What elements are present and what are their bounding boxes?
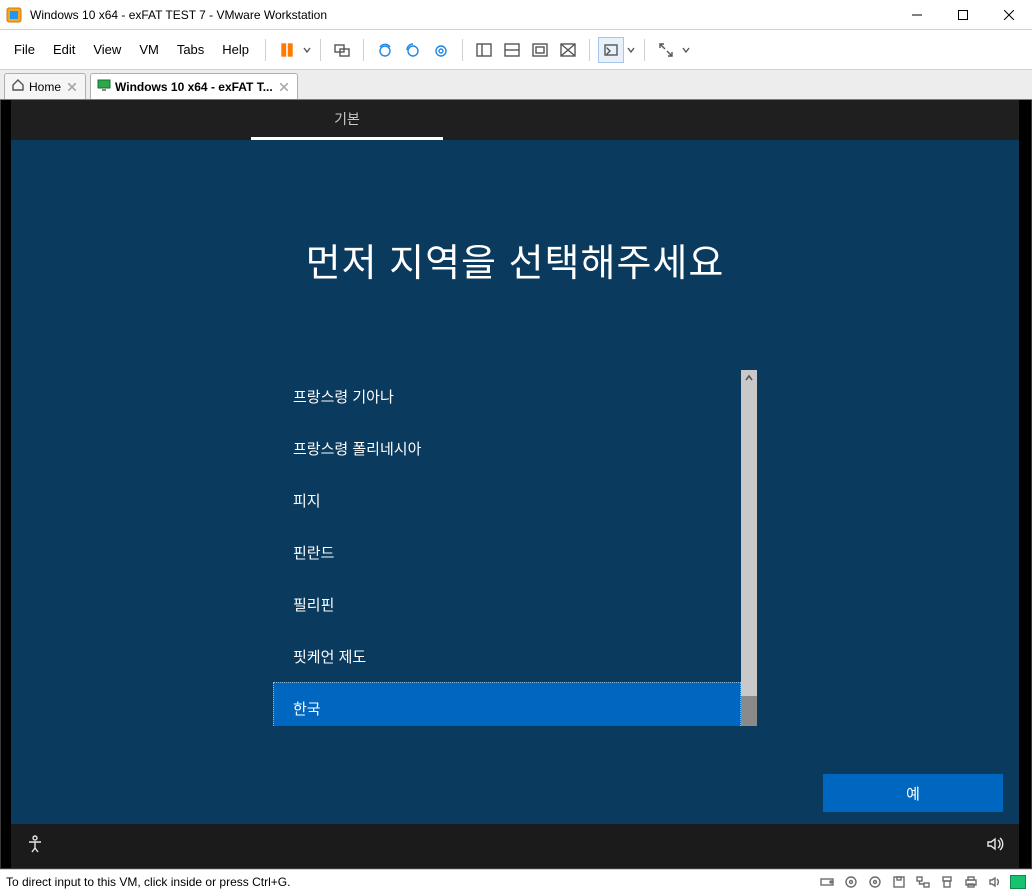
region-item[interactable]: 핏케언 제도 bbox=[273, 630, 741, 682]
tray-cd-icon[interactable] bbox=[842, 873, 860, 891]
menu-tabs[interactable]: Tabs bbox=[169, 38, 212, 61]
toolbar-separator bbox=[320, 39, 321, 61]
menu-vm[interactable]: VM bbox=[131, 38, 167, 61]
tab-vm-close[interactable] bbox=[277, 80, 291, 94]
tab-home-label: Home bbox=[29, 80, 61, 94]
scroll-up-button[interactable] bbox=[741, 370, 757, 386]
region-scrollbar[interactable] bbox=[741, 370, 757, 726]
yes-button[interactable]: 예 bbox=[823, 774, 1003, 812]
region-item[interactable]: 프랑스령 폴리네시아 bbox=[273, 422, 741, 474]
power-dropdown[interactable] bbox=[302, 46, 312, 54]
scroll-thumb[interactable] bbox=[741, 696, 757, 726]
snapshot-revert-button[interactable] bbox=[400, 37, 426, 63]
region-label: 핏케언 제도 bbox=[293, 646, 366, 667]
minimize-button[interactable] bbox=[894, 0, 940, 30]
tab-home[interactable]: Home bbox=[4, 73, 86, 99]
tray-harddisk-icon[interactable] bbox=[818, 873, 836, 891]
vm-display[interactable]: 기본 먼저 지역을 선택해주세요 프랑스령 기아나 프랑스령 폴리네시아 피지 … bbox=[0, 100, 1032, 869]
region-item[interactable]: 핀란드 bbox=[273, 526, 741, 578]
region-label: 필리핀 bbox=[293, 594, 334, 615]
volume-icon[interactable] bbox=[985, 834, 1005, 859]
tray-sound-icon[interactable] bbox=[986, 873, 1004, 891]
window-title: Windows 10 x64 - exFAT TEST 7 - VMware W… bbox=[30, 8, 894, 22]
statusbar: To direct input to this VM, click inside… bbox=[0, 869, 1032, 893]
status-hint: To direct input to this VM, click inside… bbox=[6, 875, 290, 889]
monitor-icon bbox=[97, 78, 111, 95]
toolbar-separator bbox=[363, 39, 364, 61]
oobe-heading: 먼저 지역을 선택해주세요 bbox=[11, 232, 1019, 287]
region-list[interactable]: 프랑스령 기아나 프랑스령 폴리네시아 피지 핀란드 필리핀 핏케언 제도 한국 bbox=[273, 370, 741, 726]
tray-printer-icon[interactable] bbox=[962, 873, 980, 891]
menu-help[interactable]: Help bbox=[214, 38, 257, 61]
stretch-button[interactable] bbox=[653, 37, 679, 63]
snapshot-take-button[interactable] bbox=[372, 37, 398, 63]
region-label: 한국 bbox=[293, 698, 321, 719]
tab-row: Home Windows 10 x64 - exFAT T... bbox=[0, 70, 1032, 100]
region-item-selected[interactable]: 한국 bbox=[273, 682, 741, 726]
tray-network-icon[interactable] bbox=[914, 873, 932, 891]
accessibility-icon[interactable] bbox=[25, 834, 45, 859]
view-fullscreen-button[interactable] bbox=[527, 37, 553, 63]
snapshot-manage-button[interactable] bbox=[428, 37, 454, 63]
toolbar-separator bbox=[589, 39, 590, 61]
stretch-dropdown[interactable] bbox=[681, 46, 691, 54]
tray-floppy-icon[interactable] bbox=[890, 873, 908, 891]
quick-switch-dropdown[interactable] bbox=[626, 46, 636, 54]
titlebar: Windows 10 x64 - exFAT TEST 7 - VMware W… bbox=[0, 0, 1032, 30]
send-ctrl-alt-del-button[interactable] bbox=[329, 37, 355, 63]
region-label: 프랑스령 기아나 bbox=[293, 386, 394, 407]
view-single-button[interactable] bbox=[471, 37, 497, 63]
oobe-screen: 기본 먼저 지역을 선택해주세요 프랑스령 기아나 프랑스령 폴리네시아 피지 … bbox=[11, 100, 1019, 868]
region-label: 피지 bbox=[293, 490, 321, 511]
tab-vm-label: Windows 10 x64 - exFAT T... bbox=[115, 80, 273, 94]
menubar: File Edit View VM Tabs Help bbox=[0, 30, 1032, 70]
oobe-topbar: 기본 bbox=[11, 100, 1019, 140]
region-label: 핀란드 bbox=[293, 542, 334, 563]
oobe-footer bbox=[11, 824, 1019, 868]
tray-vm-activity-led bbox=[1010, 875, 1026, 889]
yes-label: 예 bbox=[906, 783, 920, 804]
menu-file[interactable]: File bbox=[6, 38, 43, 61]
toolbar-separator bbox=[462, 39, 463, 61]
maximize-button[interactable] bbox=[940, 0, 986, 30]
tray-usb-icon[interactable] bbox=[938, 873, 956, 891]
region-item[interactable]: 프랑스령 기아나 bbox=[273, 370, 741, 422]
tab-home-close[interactable] bbox=[65, 80, 79, 94]
menu-view[interactable]: View bbox=[85, 38, 129, 61]
quick-switch-button[interactable] bbox=[598, 37, 624, 63]
region-item[interactable]: 필리핀 bbox=[273, 578, 741, 630]
view-unity-button[interactable] bbox=[555, 37, 581, 63]
menu-edit[interactable]: Edit bbox=[45, 38, 83, 61]
view-console-button[interactable] bbox=[499, 37, 525, 63]
home-icon bbox=[11, 78, 25, 95]
region-label: 프랑스령 폴리네시아 bbox=[293, 438, 421, 459]
oobe-tab-basic[interactable]: 기본 bbox=[251, 100, 443, 140]
tab-vm[interactable]: Windows 10 x64 - exFAT T... bbox=[90, 73, 298, 99]
pause-button[interactable] bbox=[274, 37, 300, 63]
toolbar-separator bbox=[644, 39, 645, 61]
tray-cd2-icon[interactable] bbox=[866, 873, 884, 891]
close-button[interactable] bbox=[986, 0, 1032, 30]
toolbar-separator bbox=[265, 39, 266, 61]
region-listbox: 프랑스령 기아나 프랑스령 폴리네시아 피지 핀란드 필리핀 핏케언 제도 한국 bbox=[273, 370, 757, 726]
oobe-tab-label: 기본 bbox=[334, 109, 360, 129]
app-icon bbox=[4, 5, 24, 25]
region-item[interactable]: 피지 bbox=[273, 474, 741, 526]
